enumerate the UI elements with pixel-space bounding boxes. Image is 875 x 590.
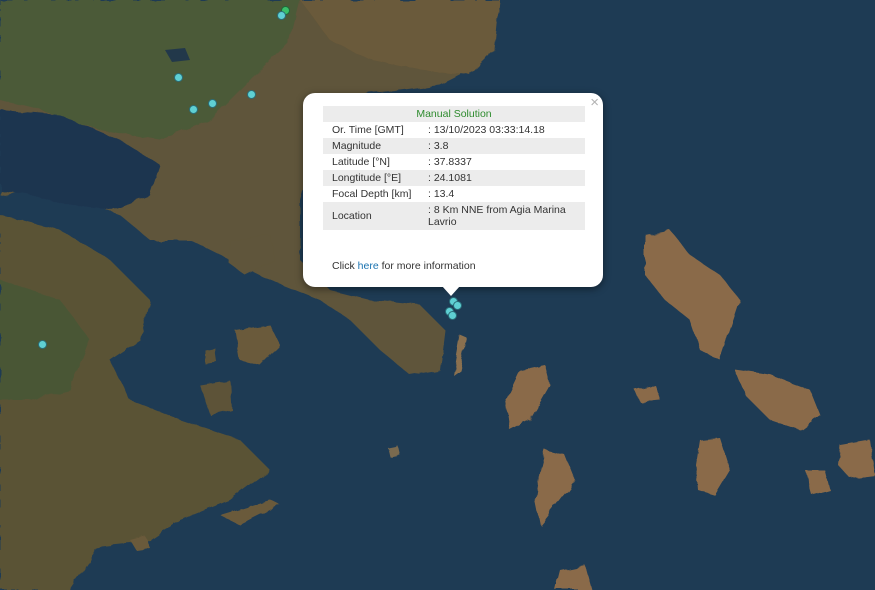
detail-label: Longtitude [°E] — [323, 170, 419, 186]
more-info-prefix: Click — [332, 260, 358, 272]
island-small-1 — [205, 348, 217, 364]
popup-header: Manual Solution — [323, 106, 585, 122]
detail-value: : 8 Km NNE from Agia Marina Lavrio — [419, 202, 585, 230]
detail-value: : 13/10/2023 03:33:14.18 — [428, 124, 545, 136]
more-info-suffix: for more information — [378, 260, 476, 272]
detail-label: Location — [323, 202, 419, 230]
detail-label: Focal Depth [km] — [332, 188, 412, 200]
earthquake-marker-icon[interactable] — [38, 340, 47, 349]
detail-row: Location : 8 Km NNE from Agia Marina Lav… — [323, 202, 585, 230]
detail-label: Latitude [°N] — [332, 156, 390, 168]
detail-row: Latitude [°N] : 37.8337 — [323, 154, 585, 170]
earthquake-info-popup: × Manual Solution Or. Time [GMT] : 13/10… — [303, 93, 603, 287]
detail-row: Focal Depth [km] : 13.4 — [323, 186, 585, 202]
earthquake-marker-icon[interactable] — [189, 105, 198, 114]
earthquake-marker-icon[interactable] — [174, 73, 183, 82]
more-info-link[interactable]: here — [358, 260, 379, 272]
detail-value: : 3.8 — [419, 138, 585, 154]
earthquake-marker-icon[interactable] — [448, 311, 457, 320]
detail-value: : 37.8337 — [428, 156, 472, 168]
detail-row: Magnitude : 3.8 — [323, 138, 585, 154]
earthquake-marker-icon[interactable] — [247, 90, 256, 99]
earthquake-marker-icon[interactable] — [277, 11, 286, 20]
satellite-map[interactable] — [0, 0, 875, 590]
earthquake-details-table: Manual Solution Or. Time [GMT] : 13/10/2… — [323, 106, 585, 230]
island-rock-1 — [388, 446, 400, 457]
detail-value: : 13.4 — [428, 188, 455, 200]
detail-row: Or. Time [GMT] : 13/10/2023 03:33:14.18 — [323, 122, 585, 138]
detail-label: Magnitude — [323, 138, 419, 154]
popup-pointer — [442, 286, 460, 296]
detail-row: Longtitude [°E] : 24.1081 — [323, 170, 585, 186]
more-info-text: Click here for more information — [332, 260, 476, 272]
earthquake-marker-icon[interactable] — [453, 301, 462, 310]
detail-value: : 24.1081 — [419, 170, 585, 186]
popup-header-row: Manual Solution — [323, 106, 585, 122]
detail-label: Or. Time [GMT] — [332, 124, 404, 136]
close-icon[interactable]: × — [590, 95, 599, 111]
earthquake-marker-icon[interactable] — [208, 99, 217, 108]
